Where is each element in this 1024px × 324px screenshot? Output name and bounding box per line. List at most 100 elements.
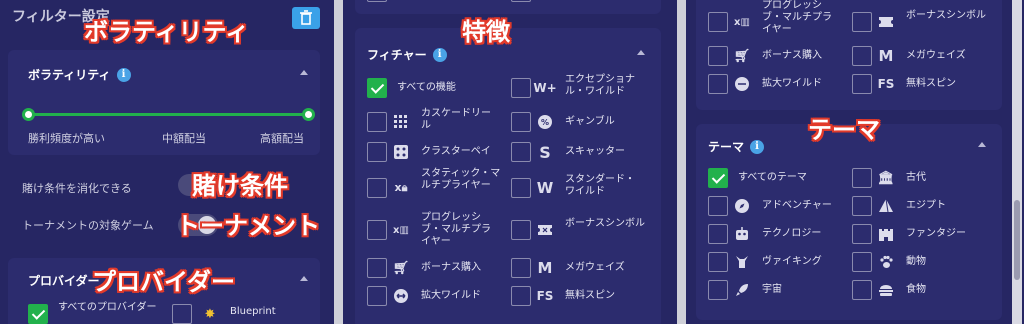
feature-label-bonus-buy: ボーナス購入 [421, 262, 481, 273]
info-icon[interactable]: i [116, 67, 131, 82]
checkbox-space[interactable] [708, 280, 728, 300]
collapse-caret-icon[interactable] [300, 276, 308, 281]
theme-label-food: 食物 [906, 284, 926, 295]
checkbox-ancient[interactable] [852, 168, 872, 188]
checkbox-exceptional-wild[interactable] [511, 78, 531, 98]
checkbox-progressive-multiplier[interactable] [367, 220, 387, 240]
checkbox-megaways[interactable] [852, 46, 872, 66]
checkbox-food[interactable] [852, 280, 872, 300]
checkbox-all-features[interactable] [367, 78, 387, 98]
theme-label-viking: ヴァイキング [762, 256, 822, 267]
trash-button[interactable] [292, 7, 320, 29]
feature-label-scatter: スキャッター [565, 146, 625, 157]
volatility-label-mid: 中額配当 [162, 132, 206, 145]
grid-icon [391, 112, 411, 132]
checkbox-bonus-buy[interactable] [367, 258, 387, 278]
feature-label-free-spins: 無料スピン [565, 290, 615, 301]
expand-icon [732, 74, 752, 94]
checkbox-gamble[interactable] [511, 112, 531, 132]
tail-label-megaways: メガウェイズ [906, 50, 966, 61]
filter-panel-right: x▥ プログレッシブ・マルチプライヤー ボーナスシンボル 🛒︎ ボーナス購入 M… [686, 0, 1024, 324]
free-spins-icon: FS [877, 77, 895, 91]
previous-card-bottom [355, 0, 661, 14]
cart-icon: 🛒︎ [733, 48, 751, 64]
theme-title: テーマ [708, 140, 745, 154]
feature-card: フィチャー i すべての機能 カスケードリール クラスターペイ x🔒︎ スタティ… [355, 28, 661, 324]
checkbox-bonus-buy[interactable] [708, 46, 728, 66]
checkbox-expand-wild[interactable] [708, 74, 728, 94]
checkbox-all-providers[interactable] [28, 304, 48, 324]
annotation-features: 特徴 [462, 18, 510, 46]
x-bars-icon: x▥ [734, 16, 750, 28]
scrollbar-thumb[interactable] [1014, 200, 1020, 280]
volatility-slider-min-handle[interactable] [22, 108, 35, 121]
checkbox-fantasy[interactable] [852, 224, 872, 244]
checkbox-free-spins[interactable] [511, 286, 531, 306]
viking-icon [732, 252, 752, 272]
checkbox-bonus-symbol[interactable] [511, 220, 531, 240]
tail-label-bonus-symbol: ボーナスシンボル [906, 10, 986, 21]
checkbox-blueprint[interactable] [172, 304, 192, 324]
provider-title: プロバイダー [28, 274, 100, 288]
theme-card: テーマ i すべてのテーマ 🏛︎ 古代 アドベンチャー エジプト テクノロジー … [696, 124, 1002, 320]
checkbox-expand-wild[interactable] [367, 286, 387, 306]
checkbox-cascade[interactable] [367, 112, 387, 132]
checkbox-technology[interactable] [708, 224, 728, 244]
checkbox-partial[interactable] [511, 0, 531, 2]
checkbox-cluster[interactable] [367, 142, 387, 162]
theme-label-egypt: エジプト [906, 200, 946, 211]
wild-plus-icon: W+ [533, 81, 557, 95]
checkbox-egypt[interactable] [852, 196, 872, 216]
filter-panel-middle: フィチャー i すべての機能 カスケードリール クラスターペイ x🔒︎ スタティ… [343, 0, 677, 324]
checkbox-scatter[interactable] [511, 142, 531, 162]
checkbox-adventure[interactable] [708, 196, 728, 216]
info-icon[interactable]: i [432, 47, 447, 62]
free-spins-icon: FS [536, 289, 554, 303]
feature-label-cascade: カスケードリール [421, 108, 491, 131]
volatility-title: ボラティリティ [28, 68, 111, 82]
checkbox-static-multiplier[interactable] [367, 178, 387, 198]
checkbox-viking[interactable] [708, 252, 728, 272]
tail-label-free-spins: 無料スピン [906, 78, 956, 89]
all-providers-label: すべてのプロバイダー [58, 302, 157, 313]
volatility-slider-track[interactable] [28, 113, 308, 116]
feature-label-progressive-multiplier: プログレッシブ・マルチプライヤー [421, 212, 491, 247]
collapse-caret-icon[interactable] [978, 142, 986, 147]
ticket-icon [876, 12, 896, 32]
theme-label-fantasy: ファンタジー [906, 228, 966, 239]
cart-icon: 🛒︎ [392, 260, 410, 276]
feature-card-tail: x▥ プログレッシブ・マルチプライヤー ボーナスシンボル 🛒︎ ボーナス購入 M… [696, 0, 1002, 110]
checkbox-all-themes[interactable] [708, 168, 728, 188]
annotation-bet: 賭け条件 [192, 172, 288, 200]
tail-label-expand-wild: 拡大ワイルド [762, 78, 822, 89]
castle-icon [876, 224, 896, 244]
checkbox-bonus-symbol[interactable] [852, 12, 872, 32]
checkbox-animals[interactable] [852, 252, 872, 272]
feature-label-megaways: メガウェイズ [565, 262, 625, 273]
x-bars-icon: x▥ [393, 224, 409, 236]
megaways-icon: M [537, 259, 553, 277]
theme-label-technology: テクノロジー [762, 228, 822, 239]
collapse-caret-icon[interactable] [300, 70, 308, 75]
feature-label-static-multiplier: スタティック・マルチプライヤー [421, 168, 501, 191]
checkbox-standard-wild[interactable] [511, 178, 531, 198]
volatility-title-row: ボラティリティ i [28, 66, 131, 83]
checkbox-partial[interactable] [367, 0, 387, 2]
collapse-caret-icon[interactable] [637, 50, 645, 55]
feature-title: フィチャー [367, 48, 427, 62]
robot-icon [732, 224, 752, 244]
annotation-tournament: トーナメント [176, 212, 320, 240]
feature-title-row: フィチャー i [367, 46, 447, 63]
megaways-icon: M [878, 47, 894, 65]
volatility-slider-max-handle[interactable] [302, 108, 315, 121]
checkbox-megaways[interactable] [511, 258, 531, 278]
feature-label-expand-wild: 拡大ワイルド [421, 290, 481, 301]
scrollbar[interactable] [1012, 0, 1022, 324]
paw-icon [876, 252, 896, 272]
volatility-label-low: 勝利頻度が高い [28, 132, 105, 145]
checkbox-progressive-multiplier[interactable] [708, 12, 728, 32]
info-icon[interactable]: i [750, 139, 765, 154]
annotation-theme: テーマ [808, 116, 880, 144]
pyramid-icon [876, 196, 896, 216]
checkbox-free-spins[interactable] [852, 74, 872, 94]
